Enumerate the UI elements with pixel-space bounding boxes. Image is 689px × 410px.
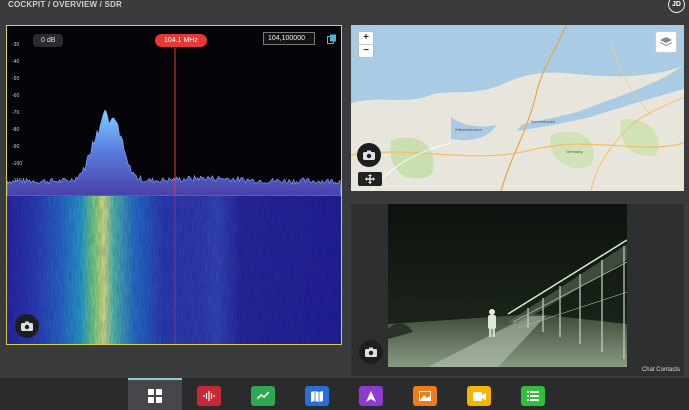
zoom-out-button[interactable]: − xyxy=(359,45,373,57)
move-map-button[interactable] xyxy=(358,172,382,186)
chat-contacts-link[interactable]: Chat Contacts xyxy=(642,367,680,373)
sdr-snapshot-button[interactable] xyxy=(15,314,39,338)
list-icon xyxy=(527,391,539,401)
video-app-button[interactable] xyxy=(467,386,491,406)
analytics-app-button[interactable] xyxy=(251,386,275,406)
map-place-label: Bremerhaven xyxy=(531,119,555,124)
avatar[interactable]: JD xyxy=(668,0,685,13)
frequency-input[interactable] xyxy=(263,32,315,45)
map-view[interactable]: Wilhelmshaven Bremerhaven Germany xyxy=(351,25,684,191)
sdr-panel: -30-40-50-60-70-80-90-100-110 103.850 MH… xyxy=(6,25,342,345)
zoom-control: + − xyxy=(358,31,374,58)
dashboard-app-button[interactable] xyxy=(143,386,167,406)
video-camera-icon xyxy=(472,391,486,401)
layers-button[interactable] xyxy=(655,31,677,53)
dashboard-icon xyxy=(148,389,162,403)
zoom-in-button[interactable]: + xyxy=(359,32,373,44)
y-tick-label: -90 xyxy=(12,144,19,150)
taskbar xyxy=(0,378,689,410)
gain-indicator[interactable]: 0 dB xyxy=(33,34,64,47)
camera-panel: Chat Contacts xyxy=(351,204,684,376)
y-tick-label: -50 xyxy=(12,76,19,82)
audio-app-button[interactable] xyxy=(197,386,221,406)
y-tick-label: -80 xyxy=(12,127,19,133)
y-tick-label: -40 xyxy=(12,59,19,65)
image-icon xyxy=(419,391,431,401)
gallery-app-button[interactable] xyxy=(413,386,437,406)
camera-icon xyxy=(365,347,377,357)
list-app-button[interactable] xyxy=(521,386,545,406)
navigation-app-button[interactable] xyxy=(359,386,383,406)
map-place-label: Wilhelmshaven xyxy=(455,127,482,132)
map-app-button[interactable] xyxy=(305,386,329,406)
waveform-icon xyxy=(203,391,215,401)
map-snapshot-button[interactable] xyxy=(357,143,381,167)
waterfall-plot xyxy=(7,196,341,344)
y-tick-label: -60 xyxy=(12,93,19,99)
trend-chart-icon xyxy=(257,391,269,400)
spectrum-plot: -30-40-50-60-70-80-90-100-110 103.850 MH… xyxy=(7,26,341,196)
layers-icon xyxy=(660,36,672,46)
camera-feed[interactable] xyxy=(388,204,627,367)
camera-snapshot-button[interactable] xyxy=(359,340,383,364)
navigation-arrow-icon xyxy=(366,390,376,402)
y-tick-label: -100 xyxy=(12,161,22,167)
map-icon xyxy=(311,390,323,402)
map-panel[interactable]: Wilhelmshaven Bremerhaven Germany + − xyxy=(351,25,684,191)
camera-icon xyxy=(363,150,375,160)
move-icon xyxy=(365,174,375,184)
y-axis-ticks: -30-40-50-60-70-80-90-100-110 xyxy=(12,42,22,184)
spectrum-trace xyxy=(7,110,341,196)
camera-icon xyxy=(21,321,33,331)
map-place-label: Germany xyxy=(566,149,582,154)
breadcrumb: COCKPIT / OVERVIEW / SDR xyxy=(8,0,122,9)
copy-icon[interactable] xyxy=(327,34,337,44)
y-tick-label: -70 xyxy=(12,110,19,116)
center-frequency-badge: 104.1 MHz xyxy=(155,34,207,47)
y-tick-label: -30 xyxy=(12,42,19,48)
